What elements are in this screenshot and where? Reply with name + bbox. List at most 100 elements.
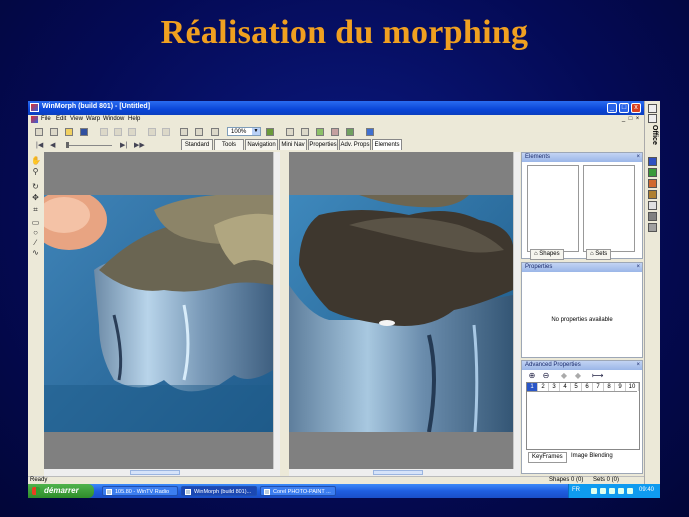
source-scrollbar-vertical[interactable] (273, 152, 280, 469)
last-frame-icon[interactable]: ▶▶ (134, 141, 145, 149)
minimize-button[interactable]: _ (607, 103, 617, 113)
image-icon[interactable] (316, 128, 324, 136)
window-titlebar[interactable]: WinMorph (build 801) - [Untitled] _ □ x (28, 101, 644, 115)
undo-icon[interactable] (148, 128, 156, 136)
shapes-list[interactable] (527, 165, 579, 252)
tab-image-blending[interactable]: Image Blending (568, 452, 616, 461)
binoculars-icon[interactable] (266, 128, 274, 136)
antivirus-icon[interactable] (618, 488, 624, 494)
keyframe-cell[interactable]: 8 (604, 383, 615, 391)
crop-icon[interactable]: ⌗ (31, 205, 40, 214)
new-icon[interactable] (35, 128, 43, 136)
tab-sets[interactable]: ⌂ Sets (586, 249, 612, 260)
keyframe-cell[interactable]: 4 (560, 383, 571, 391)
copy-icon[interactable] (114, 128, 122, 136)
keyframe-cell[interactable]: 2 (538, 383, 549, 391)
new-project-icon[interactable] (50, 128, 58, 136)
menu-warp[interactable]: Warp (86, 116, 100, 122)
grid-icon[interactable] (301, 128, 309, 136)
help-icon[interactable] (366, 128, 374, 136)
maximize-button[interactable]: □ (619, 103, 629, 113)
save-icon[interactable] (80, 128, 88, 136)
language-indicator[interactable]: FR (572, 487, 580, 493)
tv-icon[interactable] (609, 488, 615, 494)
source-scroll-thumb[interactable] (130, 470, 180, 475)
chevron-down-icon[interactable]: ▼ (252, 128, 260, 135)
cut-icon[interactable] (100, 128, 108, 136)
menu-window[interactable]: Window (103, 116, 124, 122)
tab-shapes[interactable]: ⌂ Shapes (530, 249, 564, 260)
rectangle-icon[interactable]: ▭ (31, 218, 40, 227)
menu-help[interactable]: Help (128, 116, 140, 122)
hand-icon[interactable]: ✋ (31, 156, 41, 165)
paint-icon[interactable] (195, 128, 203, 136)
menu-file[interactable]: File (41, 116, 51, 122)
destination-scroll-thumb[interactable] (373, 470, 423, 475)
paste-icon[interactable] (128, 128, 136, 136)
task-winmorph[interactable]: WinMorph (build 801)... (181, 486, 257, 496)
tab-navigation[interactable]: Navigation (245, 139, 278, 150)
close-button[interactable]: x (631, 103, 641, 113)
keyframe-cell[interactable]: 3 (549, 383, 560, 391)
add-keyframe-icon[interactable]: ◆ (560, 372, 568, 380)
source-image-pane[interactable] (44, 152, 273, 469)
tab-keyframes[interactable]: KeyFrames (528, 452, 567, 463)
tab-standard[interactable]: Standard (181, 139, 213, 150)
task-corel-photo-paint[interactable]: Corel PHOTO-PAINT ... (260, 486, 336, 496)
powerpoint-icon[interactable] (648, 179, 657, 188)
office-icon[interactable] (648, 212, 657, 221)
film-icon[interactable] (346, 128, 354, 136)
close-icon[interactable]: × (636, 153, 640, 162)
access-icon[interactable] (648, 190, 657, 199)
tab-mini-nav[interactable]: Mini Nav (279, 139, 307, 150)
keyframe-cell[interactable]: 5 (571, 383, 582, 391)
first-frame-icon[interactable]: |◀ (36, 141, 43, 149)
zoom-out-icon[interactable]: ⊖ (542, 372, 550, 380)
keyframe-cell[interactable]: 10 (626, 383, 639, 391)
network-icon[interactable] (591, 488, 597, 494)
zoom-icon[interactable]: ⚲ (31, 167, 40, 176)
keyframe-cell[interactable]: 6 (582, 383, 593, 391)
office-tools-icon[interactable] (648, 223, 657, 232)
menu-edit[interactable]: Edit (56, 116, 66, 122)
destination-scrollbar-vertical[interactable] (513, 152, 520, 469)
layers-icon[interactable] (331, 128, 339, 136)
volume-icon[interactable] (600, 488, 606, 494)
pointer-icon[interactable] (211, 128, 219, 136)
line-icon[interactable]: ∕ (31, 238, 40, 247)
move-icon[interactable]: ✥ (31, 193, 40, 202)
sets-list[interactable] (583, 165, 635, 252)
close-icon[interactable]: × (636, 361, 640, 370)
office-menu-icon[interactable] (648, 104, 657, 113)
compare-icon[interactable] (286, 128, 294, 136)
previous-frame-icon[interactable]: ◀ (50, 141, 55, 149)
tab-elements[interactable]: Elements (372, 139, 402, 150)
refresh-icon[interactable] (180, 128, 188, 136)
keyframe-cell[interactable]: 1 (527, 383, 538, 391)
frame-slider-thumb[interactable] (66, 142, 69, 148)
tab-tools[interactable]: Tools (214, 139, 244, 150)
next-frame-icon[interactable]: ▶| (120, 141, 127, 149)
task-wintv-radio[interactable]: 105.80 - WinTV Radio (102, 486, 178, 496)
mdi-restore-button[interactable]: □ (627, 116, 634, 123)
keyframe-cell[interactable]: 9 (615, 383, 626, 391)
outlook-icon[interactable] (648, 201, 657, 210)
curve-icon[interactable]: ∿ (31, 248, 40, 257)
zoom-select[interactable]: 100% ▼ (227, 127, 261, 136)
mdi-close-button[interactable]: × (634, 116, 641, 123)
mdi-minimize-button[interactable]: _ (620, 116, 627, 123)
zoom-in-icon[interactable]: ⊕ (528, 372, 536, 380)
destination-image-pane[interactable] (289, 152, 513, 469)
keyframe-grid[interactable]: 1 2 3 4 5 6 7 8 9 10 (526, 382, 640, 450)
word-icon[interactable] (648, 157, 657, 166)
tab-adv-props[interactable]: Adv. Props (339, 139, 371, 150)
start-button[interactable]: démarrer (28, 484, 94, 498)
excel-icon[interactable] (648, 168, 657, 177)
remove-keyframe-icon[interactable]: ◆ (574, 372, 582, 380)
destination-scrollbar-horizontal[interactable] (289, 469, 520, 476)
redo-icon[interactable] (162, 128, 170, 136)
open-icon[interactable] (65, 128, 73, 136)
keyframe-cell[interactable]: 7 (593, 383, 604, 391)
ellipse-icon[interactable]: ○ (31, 228, 40, 237)
office-minimize-icon[interactable] (648, 114, 657, 123)
